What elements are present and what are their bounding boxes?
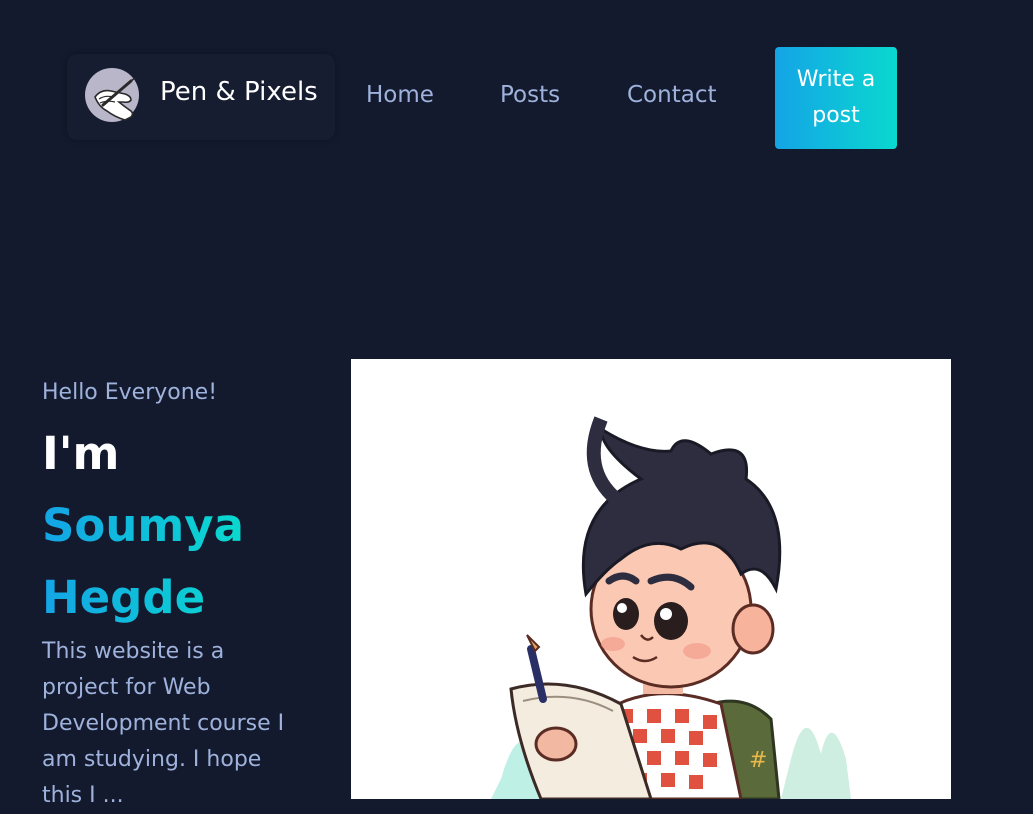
- site-logo[interactable]: Pen & Pixels: [67, 54, 335, 140]
- svg-text:#: #: [749, 748, 767, 773]
- site-logo-text: Pen & Pixels: [160, 77, 318, 107]
- nav-contact-link[interactable]: Contact: [627, 82, 716, 108]
- hero-illustration: #: [351, 359, 951, 799]
- hero-intro: Hello Everyone! I'm Soumya Hegde This we…: [42, 372, 322, 814]
- hand-writing-icon: [85, 68, 139, 122]
- hero-description: This website is a project for Web Develo…: [42, 639, 285, 808]
- hero-name-first: Soumya: [42, 490, 322, 562]
- site-header: Pen & Pixels Home Posts Contact Write a …: [0, 0, 1033, 200]
- hero-intro-text: I'm: [42, 427, 120, 480]
- write-post-button[interactable]: Write a post: [775, 47, 897, 149]
- nav-home-link[interactable]: Home: [366, 82, 434, 108]
- nav-posts-link[interactable]: Posts: [500, 82, 560, 108]
- hero-greeting: Hello Everyone!: [42, 380, 218, 405]
- boy-writing-illustration: #: [491, 416, 851, 799]
- hero-name-last: Hegde: [42, 562, 322, 634]
